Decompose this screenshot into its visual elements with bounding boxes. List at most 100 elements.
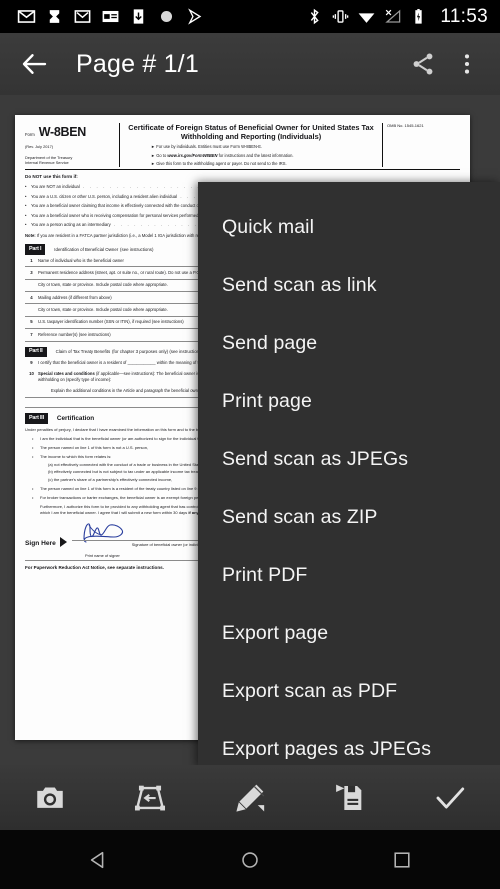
part-1-label: Part I (25, 244, 46, 255)
overflow-menu[interactable]: Quick mail Send scan as link Send page P… (198, 182, 500, 767)
row-number: 10 (29, 371, 34, 377)
form-sub2-post: for instructions and the latest informat… (217, 152, 294, 158)
form-number-block: Form W-8BEN (25, 123, 115, 141)
android-nav-bar (0, 830, 500, 889)
form-sub3-text: Give this form to the withholding agent … (156, 161, 287, 167)
form-sub2-pre: Go to (156, 152, 168, 158)
row-number (25, 307, 38, 313)
save-button[interactable] (324, 772, 376, 824)
app-bar: Page # 1/1 (0, 33, 500, 95)
part-2-label: Part II (25, 346, 47, 358)
form-header-left: Form W-8BEN (Rev. July 2017) Department o… (25, 123, 120, 168)
do-not-use-heading: Do NOT use this form if: (25, 174, 78, 180)
row-number: 5 (30, 319, 33, 325)
part-3-label: Part III (25, 413, 48, 424)
row-number (25, 401, 38, 405)
form-subtitle-2: ► Go to www.irs.gov/FormW8BEN for instru… (151, 152, 294, 158)
page-title: Page # 1/1 (76, 49, 199, 78)
part-1-title: Identification of Beneficial Owner (see … (54, 245, 153, 254)
app-bar-actions (410, 51, 480, 77)
part-2-title-text: Claim of Tax Treaty Benefits (55, 349, 111, 355)
menu-item-print-page[interactable]: Print page (198, 372, 500, 430)
note-label: Note: (25, 233, 36, 238)
form-word: Form (25, 132, 35, 137)
nav-back-button[interactable] (81, 843, 115, 877)
row-number (25, 388, 38, 394)
form-sub1-text: For use by individuals. Entities must us… (156, 144, 263, 149)
camera-icon (37, 787, 63, 808)
play-store-icon (188, 8, 202, 25)
check-icon (436, 787, 465, 808)
gmail-outline-icon (74, 10, 91, 23)
form-header-mid: Certificate of Foreign Status of Benefic… (120, 123, 382, 167)
battery-charging-icon (415, 8, 423, 24)
row-number: 1 (30, 257, 33, 263)
wifi-icon (358, 13, 375, 23)
share-icon[interactable] (410, 51, 436, 77)
part-2-title: Claim of Tax Treaty Benefits (for chapte… (56, 347, 203, 356)
form-title: Certificate of Foreign Status of Benefic… (128, 123, 374, 142)
notification-icons (17, 7, 204, 26)
menu-item-print-pdf[interactable]: Print PDF (198, 546, 500, 604)
part-1-note: (see instructions) (120, 246, 154, 252)
crop-perspective-icon (134, 785, 166, 810)
row-number: 4 (30, 294, 33, 300)
news-icon (102, 10, 119, 23)
menu-item-send-page[interactable]: Send page (198, 314, 500, 372)
row-number (25, 282, 38, 288)
do-not-item-text: You are a U.S. citizen or other U.S. per… (31, 193, 178, 199)
sign-here-label: Sign Here (25, 539, 56, 547)
part-3-title: Certification (56, 414, 95, 422)
gmail-icon (17, 10, 36, 23)
menu-item-send-scan-as-link[interactable]: Send scan as link (198, 256, 500, 314)
form-subtitle-3: ► Give this form to the withholding agen… (151, 161, 287, 167)
status-time: 11:53 (440, 5, 488, 27)
part-1-title-text: Identification of Beneficial Owner (54, 246, 119, 252)
do-not-item-text: You are NOT an individual (31, 184, 80, 190)
cert-bullet-text: The income to which this form relates is… (40, 454, 112, 460)
nav-home-button[interactable] (233, 843, 267, 877)
done-button[interactable] (424, 772, 476, 824)
form-header: Form W-8BEN (Rev. July 2017) Department o… (25, 123, 460, 171)
form-number: W-8BEN (38, 125, 87, 139)
vibrate-icon (333, 10, 349, 23)
row-text-bold: Special rates and conditions (38, 371, 95, 377)
menu-item-send-scan-as-zip[interactable]: Send scan as ZIP (198, 488, 500, 546)
nav-home-icon (242, 851, 258, 868)
circle-icon (160, 10, 173, 23)
save-icon (336, 784, 362, 810)
form-department: Department of the Treasury Internal Reve… (25, 154, 73, 165)
form-revision: (Rev. July 2017) (25, 144, 54, 150)
leader-dots: . . . . . . . . . . . . . . . . . . . . (79, 184, 215, 190)
menu-item-export-page[interactable]: Export page (198, 604, 500, 662)
menu-item-send-scan-as-jpegs[interactable]: Send scan as JPEGs (198, 430, 500, 488)
row-number: 9 (30, 359, 33, 365)
do-not-item-text: You are a person acting as an intermedia… (31, 222, 111, 228)
edit-button[interactable] (224, 772, 276, 824)
phone-screen: 11:53 Page # 1/1 Form W-8BEN (Rev. July … (0, 0, 500, 889)
app-icon (49, 10, 60, 23)
back-arrow-icon[interactable] (20, 49, 50, 79)
no-signal-icon (385, 9, 401, 23)
download-icon (133, 9, 144, 24)
pencil-icon (236, 784, 265, 812)
row-number: 3 (30, 269, 33, 275)
bottom-toolbar (0, 765, 500, 830)
menu-item-quick-mail[interactable]: Quick mail (198, 198, 500, 256)
overflow-menu-icon[interactable] (454, 51, 480, 77)
nav-back-icon (90, 851, 104, 868)
form-omb: OMB No. 1545-1621 (382, 123, 460, 168)
row-number: 7 (30, 331, 33, 337)
nav-recents-button[interactable] (385, 843, 419, 877)
crop-perspective-button[interactable] (124, 772, 176, 824)
status-bar: 11:53 (0, 0, 500, 33)
nav-recents-icon (394, 851, 410, 868)
system-status-icons: 11:53 (305, 6, 488, 28)
form-subtitle-1: ► For use by individuals. Entities must … (151, 144, 263, 149)
menu-item-export-scan-as-pdf[interactable]: Export scan as PDF (198, 662, 500, 720)
form-sub2-url: www.irs.gov/FormW8BEN (167, 152, 218, 158)
part-2-note: (for chapter 3 purposes only) (see instr… (111, 349, 203, 355)
camera-button[interactable] (24, 772, 76, 824)
sign-arrow-icon (59, 537, 67, 548)
bluetooth-icon (311, 8, 320, 25)
